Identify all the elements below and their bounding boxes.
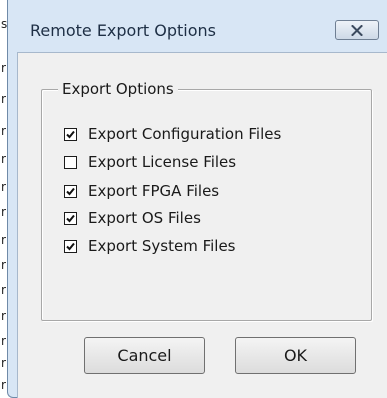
background-text-fragment: r [1,378,6,392]
export-license-files-option[interactable]: Export License Files [64,152,236,172]
dialog-title: Remote Export Options [30,21,217,40]
checkbox-label: Export License Files [88,153,237,171]
export-os-files-checkbox[interactable] [64,211,77,225]
export-options-group: Export Options Export Configuration File… [41,79,372,321]
export-system-files-checkbox[interactable] [64,239,77,253]
background-text-fragment: r [1,152,6,166]
dialog-client-area: Export Options Export Configuration File… [17,52,387,398]
background-text-fragment: r [1,61,6,75]
checkbox-label: Export OS Files [88,209,201,227]
background-text-fragment: r [1,334,6,348]
background-text-fragment: r [1,283,6,297]
checkmark-icon [66,130,75,138]
export-configuration-files-option[interactable]: Export Configuration Files [64,124,281,144]
export-configuration-files-checkbox[interactable] [64,127,77,141]
checkbox-label: Export Configuration Files [88,125,282,143]
background-text-fragment: r [1,309,6,323]
background-text-fragment: r [1,92,6,106]
ok-button[interactable]: OK [235,337,356,374]
background-text-fragment: r [1,356,6,370]
close-button[interactable] [335,20,379,40]
export-license-files-checkbox[interactable] [64,155,77,169]
background-text-fragment: r [1,180,6,194]
cancel-button[interactable]: Cancel [84,337,205,374]
export-fpga-files-option[interactable]: Export FPGA Files [64,181,219,201]
export-fpga-files-checkbox[interactable] [64,184,77,198]
checkmark-icon [66,214,75,222]
background-text-fragment: r [1,124,6,138]
dialog-title-bar[interactable]: Remote Export Options [8,0,387,60]
export-system-files-option[interactable]: Export System Files [64,236,236,256]
background-text-fragment: r [1,258,6,272]
background-text-fragment: r [1,233,6,247]
remote-export-options-dialog: Remote Export Options Export Options Exp… [7,0,387,398]
background-text-fragment: r [1,205,6,219]
export-os-files-option[interactable]: Export OS Files [64,208,201,228]
checkbox-label: Export System Files [88,237,236,255]
close-x-icon [351,24,363,36]
checkmark-icon [66,242,75,250]
checkbox-label: Export FPGA Files [88,182,220,200]
group-title: Export Options [58,79,178,99]
checkmark-icon [66,187,75,195]
